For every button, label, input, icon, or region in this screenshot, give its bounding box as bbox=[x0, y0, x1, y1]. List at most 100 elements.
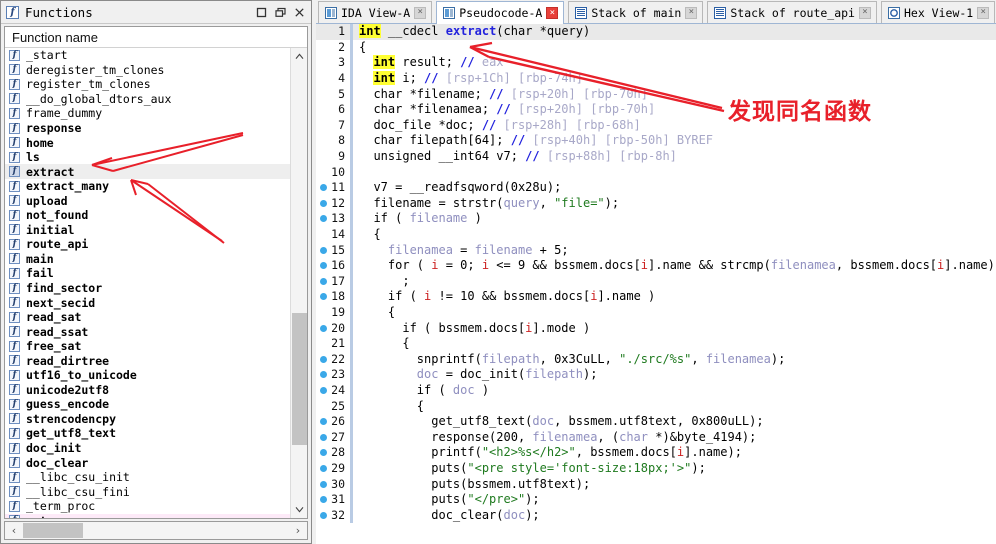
function-list-item[interactable]: f free_sat bbox=[5, 339, 290, 354]
pseudocode-viewport[interactable]: 1 int __cdecl extract(char *query) 2{3 int… bbox=[316, 24, 996, 544]
scroll-down-arrow-icon[interactable] bbox=[291, 501, 307, 518]
breakpoint-dot-icon[interactable] bbox=[316, 324, 330, 332]
code-line[interactable]: 3 int result; // eax bbox=[316, 55, 996, 71]
tab-close-icon[interactable]: × bbox=[546, 7, 559, 19]
code-line[interactable]: 17 ; bbox=[316, 273, 996, 290]
breakpoint-dot-icon[interactable] bbox=[316, 449, 330, 457]
function-list-item[interactable]: f read_dirtree bbox=[5, 353, 290, 368]
breakpoint-dot-icon[interactable] bbox=[316, 293, 330, 301]
code-line[interactable]: 29 puts("<pre style='font-size:18px;'>")… bbox=[316, 460, 996, 477]
function-list-item[interactable]: f read_sat bbox=[5, 310, 290, 325]
code-line[interactable]: 16 for ( i = 0; i <= 9 && bssmem.docs[i]… bbox=[316, 257, 996, 274]
breakpoint-dot-icon[interactable] bbox=[316, 215, 330, 223]
function-list-item[interactable]: f upload bbox=[5, 193, 290, 208]
code-line[interactable]: 21 { bbox=[316, 335, 996, 352]
breakpoint-dot-icon[interactable] bbox=[316, 277, 330, 285]
code-line[interactable]: 10 bbox=[316, 164, 996, 180]
breakpoint-dot-icon[interactable] bbox=[316, 496, 330, 504]
tab-hex-view-1[interactable]: Hex View-1 × bbox=[880, 1, 996, 23]
function-list-item[interactable]: f ls bbox=[5, 150, 290, 165]
breakpoint-dot-icon[interactable] bbox=[316, 246, 330, 254]
function-list-item[interactable]: f response bbox=[5, 121, 290, 136]
code-line[interactable]: 6 char *filenamea; // [rsp+20h] [rbp-70h… bbox=[316, 101, 996, 118]
maximize-button[interactable] bbox=[252, 3, 271, 21]
function-list-item[interactable]: f extract_many bbox=[5, 179, 290, 194]
function-list-item[interactable]: f guess_encode bbox=[5, 397, 290, 412]
code-line[interactable]: 25 { bbox=[316, 398, 996, 414]
code-line[interactable]: 1 int __cdecl extract(char *query) bbox=[316, 24, 996, 40]
tab-stack-of-main[interactable]: Stack of main × bbox=[568, 1, 704, 23]
code-line[interactable]: 31 puts("</pre>"); bbox=[316, 491, 996, 508]
function-list-item[interactable]: f deregister_tm_clones bbox=[5, 63, 290, 78]
code-line[interactable]: 26 get_utf8_text(doc, bssmem.utf8text, 0… bbox=[316, 413, 996, 430]
breakpoint-dot-icon[interactable] bbox=[316, 418, 330, 426]
function-list-item[interactable]: f fail bbox=[5, 266, 290, 281]
horizontal-scrollbar-thumb[interactable] bbox=[23, 523, 83, 538]
restore-button[interactable] bbox=[271, 3, 290, 21]
function-list-item[interactable]: f main bbox=[5, 252, 290, 267]
breakpoint-dot-icon[interactable] bbox=[316, 199, 330, 207]
code-line[interactable]: 20 if ( bssmem.docs[i].mode ) bbox=[316, 320, 996, 336]
breakpoint-dot-icon[interactable] bbox=[316, 262, 330, 270]
function-list-item[interactable]: f frame_dummy bbox=[5, 106, 290, 121]
function-list-item[interactable]: f find_sector bbox=[5, 281, 290, 296]
function-list-item[interactable]: f strencodencpy bbox=[5, 412, 290, 427]
code-line[interactable]: 22 snprintf(filepath, 0x3CuLL, "./src/%s… bbox=[316, 351, 996, 368]
tab-stack-of-route-api[interactable]: Stack of route_api × bbox=[707, 1, 877, 23]
breakpoint-dot-icon[interactable] bbox=[316, 386, 330, 394]
function-list-item[interactable]: f route_api bbox=[5, 237, 290, 252]
function-list-item[interactable]: f __do_global_dtors_aux bbox=[5, 92, 290, 107]
tab-ida-view-a[interactable]: IDA View-A × bbox=[318, 1, 433, 23]
function-list-item[interactable]: f doc_clear bbox=[5, 455, 290, 470]
code-line[interactable]: 2{ bbox=[316, 39, 996, 56]
tab-close-icon[interactable]: × bbox=[414, 6, 427, 19]
code-line[interactable]: 23 doc = doc_init(filepath); bbox=[316, 367, 996, 383]
code-line[interactable]: 24 if ( doc ) bbox=[316, 382, 996, 399]
functions-vertical-scrollbar[interactable] bbox=[290, 48, 307, 518]
breakpoint-dot-icon[interactable] bbox=[316, 184, 330, 192]
function-list-item[interactable]: f not_found bbox=[5, 208, 290, 223]
code-line[interactable]: 4 int i; // [rsp+1Ch] [rbp-74h] bbox=[316, 70, 996, 87]
function-list-item[interactable]: f __libc_csu_fini bbox=[5, 484, 290, 499]
tab-close-icon[interactable]: × bbox=[685, 6, 698, 19]
function-list-item[interactable]: f getenv bbox=[5, 513, 290, 518]
code-line[interactable]: 32 doc_clear(doc); bbox=[316, 507, 996, 523]
code-line[interactable]: 14 { bbox=[316, 226, 996, 243]
breakpoint-dot-icon[interactable] bbox=[316, 371, 330, 379]
breakpoint-dot-icon[interactable] bbox=[316, 464, 330, 472]
code-line[interactable]: 30 puts(bssmem.utf8text); bbox=[316, 476, 996, 492]
function-list-item[interactable]: f next_secid bbox=[5, 295, 290, 310]
function-list-item[interactable]: f _start bbox=[5, 48, 290, 63]
breakpoint-dot-icon[interactable] bbox=[316, 433, 330, 441]
vertical-scrollbar-thumb[interactable] bbox=[292, 313, 307, 445]
breakpoint-dot-icon[interactable] bbox=[316, 355, 330, 363]
code-line[interactable]: 12 filename = strstr(query, "file="); bbox=[316, 195, 996, 212]
code-line[interactable]: 27 response(200, filenamea, (char *)&byt… bbox=[316, 429, 996, 446]
function-list-item[interactable]: f _term_proc bbox=[5, 499, 290, 514]
code-line[interactable]: 18 if ( i != 10 && bssmem.docs[i].name ) bbox=[316, 289, 996, 305]
function-list-item[interactable]: f utf16_to_unicode bbox=[5, 368, 290, 383]
code-line[interactable]: 5 char *filename; // [rsp+20h] [rbp-70h] bbox=[316, 86, 996, 102]
scroll-right-arrow-icon[interactable]: › bbox=[289, 522, 307, 539]
breakpoint-dot-icon[interactable] bbox=[316, 480, 330, 488]
code-line[interactable]: 13 if ( filename ) bbox=[316, 211, 996, 227]
code-line[interactable]: 28 printf("<h2>%s</h2>", bssmem.docs[i].… bbox=[316, 445, 996, 461]
functions-horizontal-scrollbar[interactable]: ‹ › bbox=[4, 521, 308, 540]
code-line[interactable]: 8 char filepath[64]; // [rsp+40h] [rbp-5… bbox=[316, 133, 996, 149]
function-list-item[interactable]: f read_ssat bbox=[5, 324, 290, 339]
code-line[interactable]: 11 v7 = __readfsqword(0x28u); bbox=[316, 179, 996, 196]
column-header-function-name[interactable]: Function name bbox=[5, 27, 307, 48]
code-line[interactable]: 19 { bbox=[316, 304, 996, 321]
function-list-item[interactable]: f home bbox=[5, 135, 290, 150]
function-list-item[interactable]: f unicode2utf8 bbox=[5, 383, 290, 398]
function-list-item[interactable]: f initial bbox=[5, 223, 290, 238]
code-line[interactable]: 15 filenamea = filename + 5; bbox=[316, 242, 996, 258]
close-button[interactable] bbox=[290, 3, 309, 21]
function-list-item[interactable]: f register_tm_clones bbox=[5, 77, 290, 92]
breakpoint-dot-icon[interactable] bbox=[316, 511, 330, 519]
code-line[interactable]: 7 doc_file *doc; // [rsp+28h] [rbp-68h] bbox=[316, 117, 996, 134]
function-list-item[interactable]: f get_utf8_text bbox=[5, 426, 290, 441]
scroll-left-arrow-icon[interactable]: ‹ bbox=[5, 522, 23, 539]
tab-pseudocode-a[interactable]: Pseudocode-A × bbox=[436, 1, 565, 24]
function-list-item[interactable]: f extract bbox=[5, 164, 290, 179]
